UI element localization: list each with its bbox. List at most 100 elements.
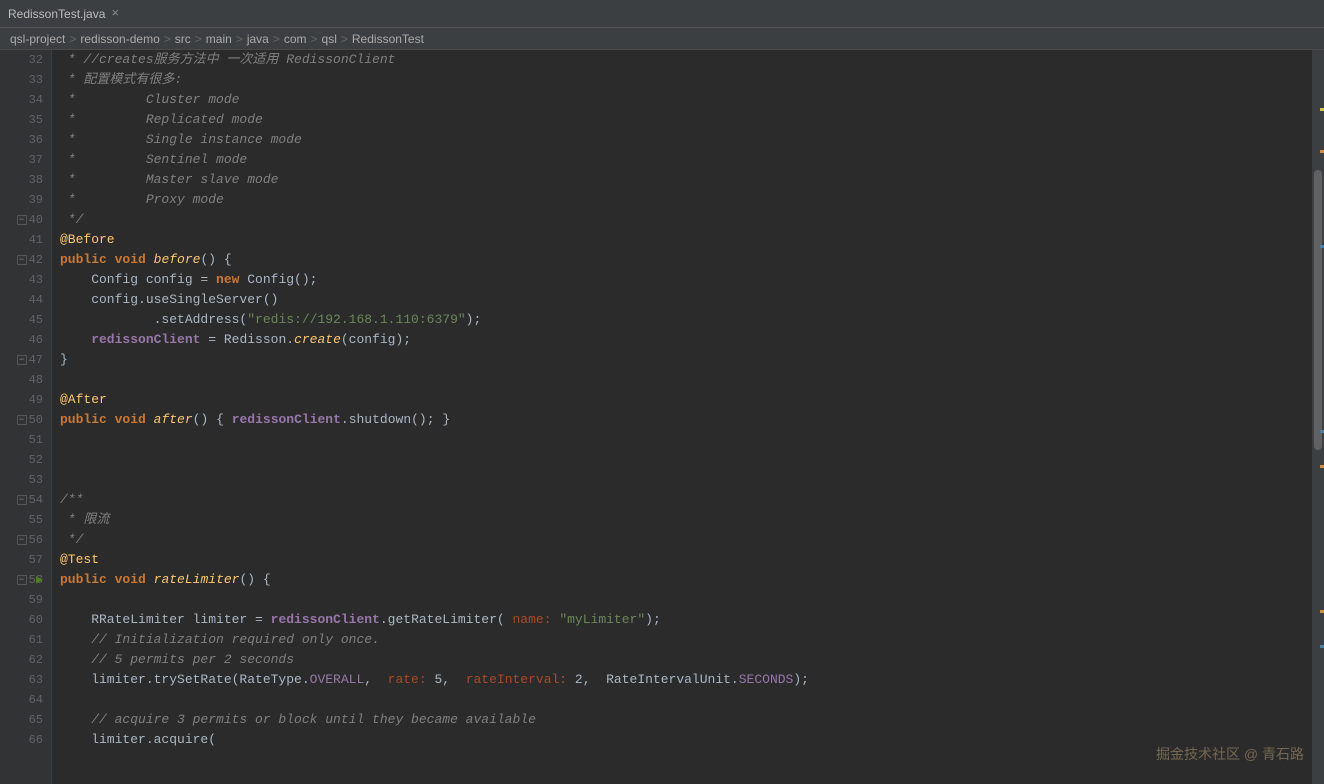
line-num-32: 32 — [0, 50, 43, 70]
code-line-54: /** — [60, 490, 1312, 510]
vertical-scrollbar[interactable] — [1312, 50, 1324, 784]
line-num-39: 39 — [0, 190, 43, 210]
tab-filename[interactable]: RedissonTest.java — [8, 7, 105, 21]
line-num-64: 64 — [0, 690, 43, 710]
code-line-46: redissonClient = Redisson.create(config)… — [60, 330, 1312, 350]
fold-icon-58[interactable]: − — [17, 575, 27, 585]
line-num-61: 61 — [0, 630, 43, 650]
breadcrumb-sep5: > — [273, 32, 280, 46]
scrollbar-marker — [1320, 430, 1324, 433]
fold-icon-40[interactable]: − — [17, 215, 27, 225]
code-line-55: * 限流 — [60, 510, 1312, 530]
breadcrumb-src[interactable]: src — [175, 32, 191, 46]
line-num-48: 48 — [0, 370, 43, 390]
line-num-34: 34 — [0, 90, 43, 110]
line-num-45: 45 — [0, 310, 43, 330]
breadcrumb-com[interactable]: com — [284, 32, 307, 46]
code-line-56: */ — [60, 530, 1312, 550]
code-line-45: .setAddress("redis://192.168.1.110:6379"… — [60, 310, 1312, 330]
line-num-37: 37 — [0, 150, 43, 170]
line-num-38: 38 — [0, 170, 43, 190]
code-line-65: // acquire 3 permits or block until they… — [60, 710, 1312, 730]
breadcrumb-main[interactable]: main — [206, 32, 232, 46]
code-line-64 — [60, 690, 1312, 710]
code-line-66: limiter.acquire( — [60, 730, 1312, 750]
code-line-37: * Sentinel mode — [60, 150, 1312, 170]
line-num-40: −40 — [0, 210, 43, 230]
line-num-33: 33 — [0, 70, 43, 90]
line-num-66: 66 — [0, 730, 43, 750]
code-line-44: config.useSingleServer() — [60, 290, 1312, 310]
scrollbar-marker — [1320, 645, 1324, 648]
breadcrumb-java[interactable]: java — [247, 32, 269, 46]
code-line-35: * Replicated mode — [60, 110, 1312, 130]
scrollbar-marker — [1320, 465, 1324, 468]
close-tab-button[interactable]: × — [111, 6, 119, 21]
line-num-41: 41 — [0, 230, 43, 250]
scrollbar-thumb[interactable] — [1314, 170, 1322, 450]
code-line-41: @Before — [60, 230, 1312, 250]
code-line-59 — [60, 590, 1312, 610]
line-num-55: 55 — [0, 510, 43, 530]
breadcrumb: qsl-project > redisson-demo > src > main… — [0, 28, 1324, 50]
code-line-36: * Single instance mode — [60, 130, 1312, 150]
line-num-49: 49 — [0, 390, 43, 410]
breadcrumb-qsl-project[interactable]: qsl-project — [10, 32, 65, 46]
line-num-59: 59 — [0, 590, 43, 610]
code-line-61: // Initialization required only once. — [60, 630, 1312, 650]
breadcrumb-qsl[interactable]: qsl — [322, 32, 337, 46]
line-number-gutter: 3233343536373839−4041−4243444546−474849−… — [0, 50, 52, 784]
scrollbar-marker — [1320, 108, 1324, 111]
line-num-51: 51 — [0, 430, 43, 450]
code-line-43: Config config = new Config(); — [60, 270, 1312, 290]
code-content[interactable]: * //creates服务方法中 一次适用 RedissonClient * 配… — [52, 50, 1312, 784]
scrollbar-marker — [1320, 150, 1324, 153]
fold-icon-42[interactable]: − — [17, 255, 27, 265]
code-line-60: RRateLimiter limiter = redissonClient.ge… — [60, 610, 1312, 630]
line-num-62: 62 — [0, 650, 43, 670]
fold-icon-47[interactable]: − — [17, 355, 27, 365]
line-num-35: 35 — [0, 110, 43, 130]
breadcrumb-redisson-demo[interactable]: redisson-demo — [80, 32, 159, 46]
code-line-33: * 配置模式有很多: — [60, 70, 1312, 90]
code-line-39: * Proxy mode — [60, 190, 1312, 210]
title-bar: RedissonTest.java × — [0, 0, 1324, 28]
breadcrumb-sep3: > — [195, 32, 202, 46]
line-num-42: −42 — [0, 250, 43, 270]
code-line-38: * Master slave mode — [60, 170, 1312, 190]
line-num-54: −54 — [0, 490, 43, 510]
line-num-60: 60 — [0, 610, 43, 630]
line-num-58: −▶58 — [0, 570, 43, 590]
watermark: 掘金技术社区 @ 青石路 — [1156, 744, 1304, 764]
line-num-53: 53 — [0, 470, 43, 490]
line-num-63: 63 — [0, 670, 43, 690]
code-line-42: public void before() { — [60, 250, 1312, 270]
line-num-56: −56 — [0, 530, 43, 550]
code-line-53 — [60, 470, 1312, 490]
code-line-52 — [60, 450, 1312, 470]
code-line-62: // 5 permits per 2 seconds — [60, 650, 1312, 670]
line-num-47: −47 — [0, 350, 43, 370]
run-icon-58[interactable]: ▶ — [36, 570, 43, 590]
fold-icon-54[interactable]: − — [17, 495, 27, 505]
breadcrumb-sep4: > — [236, 32, 243, 46]
code-line-40: */ — [60, 210, 1312, 230]
code-line-34: * Cluster mode — [60, 90, 1312, 110]
line-num-50: −50 — [0, 410, 43, 430]
editor-area: 3233343536373839−4041−4243444546−474849−… — [0, 50, 1324, 784]
breadcrumb-sep1: > — [69, 32, 76, 46]
breadcrumb-sep7: > — [341, 32, 348, 46]
code-line-63: limiter.trySetRate(RateType.OVERALL, rat… — [60, 670, 1312, 690]
code-line-49: @After — [60, 390, 1312, 410]
fold-icon-56[interactable]: − — [17, 535, 27, 545]
fold-icon-50[interactable]: − — [17, 415, 27, 425]
code-line-32: * //creates服务方法中 一次适用 RedissonClient — [60, 50, 1312, 70]
code-line-51 — [60, 430, 1312, 450]
breadcrumb-sep6: > — [311, 32, 318, 46]
line-num-57: 57 — [0, 550, 43, 570]
breadcrumb-sep2: > — [164, 32, 171, 46]
line-num-36: 36 — [0, 130, 43, 150]
line-num-43: 43 — [0, 270, 43, 290]
breadcrumb-class[interactable]: RedissonTest — [352, 32, 424, 46]
line-num-46: 46 — [0, 330, 43, 350]
